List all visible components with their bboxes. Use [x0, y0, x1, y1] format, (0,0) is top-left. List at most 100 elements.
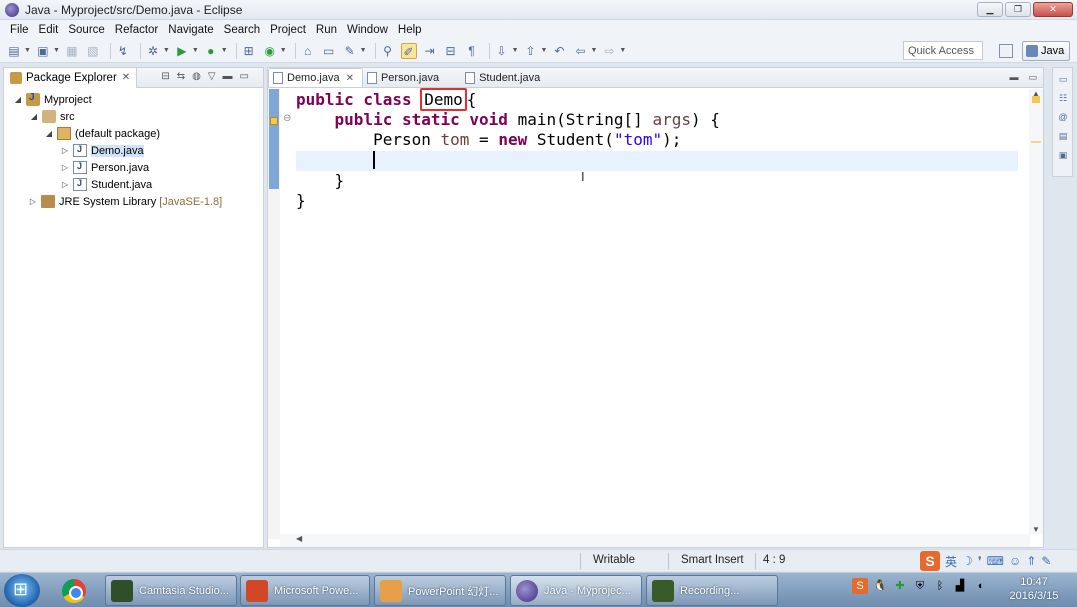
restore-icon[interactable]: ▭ — [1057, 73, 1069, 85]
new-icon[interactable]: ▤ — [6, 43, 22, 59]
previous-annotation-icon[interactable]: ⇧ — [523, 43, 539, 59]
taskbar-clock[interactable]: 10:47 2016/3/15 — [1004, 575, 1064, 603]
tree-item-project[interactable]: ◢ Myproject — [4, 91, 263, 108]
view-menu-icon[interactable]: ▽ — [208, 71, 216, 82]
outline-icon[interactable]: ☷ — [1057, 92, 1069, 104]
tree-item-person-java[interactable]: ▷ Person.java — [4, 159, 263, 176]
menu-window[interactable]: Window — [342, 24, 393, 36]
new-class-dropdown-icon[interactable]: ▼ — [280, 47, 287, 54]
menu-help[interactable]: Help — [393, 24, 427, 36]
new-java-class-icon[interactable]: ◉ — [262, 43, 278, 59]
menu-run[interactable]: Run — [311, 24, 342, 36]
taskbar-item-camtasia[interactable]: Camtasia Studio... — [105, 575, 237, 606]
expand-arrow-icon[interactable]: ▷ — [60, 180, 70, 189]
sogou-tray-icon[interactable]: S — [852, 578, 868, 594]
collapse-all-icon[interactable]: ⊟ — [161, 71, 169, 82]
block-selection-icon[interactable]: ⇥ — [422, 43, 438, 59]
tree-item-src[interactable]: ◢ src — [4, 108, 263, 125]
scroll-down-icon[interactable]: ▼ — [1029, 525, 1043, 534]
tab-package-explorer[interactable]: Package Explorer ✕ — [4, 67, 138, 88]
taskbar-item-powerpoint[interactable]: Microsoft Powe... — [240, 575, 370, 606]
bluetooth-icon[interactable]: ᛒ — [932, 578, 948, 594]
save-icon[interactable]: ▦ — [64, 43, 80, 59]
search-icon[interactable]: ✎ — [342, 43, 358, 59]
chrome-taskbar-button[interactable] — [58, 576, 90, 605]
qq-icon[interactable]: 🐧 — [872, 578, 888, 594]
back-dropdown-icon[interactable]: ▼ — [590, 47, 597, 54]
toggle-breadcrumb-icon[interactable]: ⚲ — [380, 43, 396, 59]
run-icon[interactable]: ▶ — [174, 43, 190, 59]
overview-occurrence-marker[interactable] — [1031, 141, 1041, 143]
save-all-icon[interactable]: ▧ — [85, 43, 101, 59]
menu-source[interactable]: Source — [63, 24, 109, 36]
ime-language[interactable]: 英 — [945, 553, 957, 570]
antivirus-icon[interactable]: ⛨ — [912, 578, 928, 594]
maximize-view-icon[interactable]: ▭ — [240, 71, 249, 82]
skip-breakpoints-icon[interactable]: ↯ — [115, 43, 131, 59]
quick-access-input[interactable]: Quick Access — [903, 41, 983, 60]
new-java-project-icon[interactable]: ⊞ — [241, 43, 257, 59]
taskbar-item-slideshow[interactable]: PowerPoint 幻灯... — [374, 575, 506, 606]
keyboard-icon[interactable]: ⌨ — [987, 554, 1004, 568]
vertical-scrollbar[interactable]: ▲ ▼ — [1029, 89, 1043, 534]
maximize-button[interactable]: ❐ — [1005, 2, 1031, 17]
show-whitespace-icon[interactable]: ⊟ — [443, 43, 459, 59]
moon-icon[interactable]: ☽ — [962, 554, 973, 568]
fold-collapse-icon[interactable]: ⊖ — [283, 113, 291, 124]
last-edit-icon[interactable]: ↶ — [551, 43, 567, 59]
minimize-view-icon[interactable]: ▬ — [223, 71, 233, 82]
expand-arrow-icon[interactable]: ▷ — [60, 146, 70, 155]
start-button[interactable] — [4, 574, 40, 607]
paragraph-icon[interactable]: ¶ — [464, 43, 480, 59]
next-annotation-icon[interactable]: ⇩ — [494, 43, 510, 59]
search-dropdown-icon[interactable]: ▼ — [360, 47, 367, 54]
taskbar-item-eclipse[interactable]: Java - Myprojec... — [510, 575, 642, 606]
tree-item-default-package[interactable]: ◢ (default package) — [4, 125, 263, 142]
sogou-logo-icon[interactable]: S — [920, 551, 940, 571]
warning-marker-icon[interactable] — [270, 117, 278, 125]
menu-file[interactable]: File — [5, 24, 34, 36]
problems-icon[interactable]: ▤ — [1057, 130, 1069, 142]
debug-dropdown-icon[interactable]: ▼ — [163, 47, 170, 54]
new-file-dropdown-icon[interactable]: ▼ — [53, 47, 60, 54]
menu-project[interactable]: Project — [265, 24, 311, 36]
run-dropdown-icon[interactable]: ▼ — [192, 47, 199, 54]
maximize-editor-icon[interactable]: ▭ — [1028, 72, 1037, 83]
open-type-icon[interactable]: ⌂ — [300, 43, 316, 59]
menu-refactor[interactable]: Refactor — [110, 24, 163, 36]
minimize-editor-icon[interactable]: ▬ — [1009, 72, 1018, 83]
menu-edit[interactable]: Edit — [34, 24, 64, 36]
tools-icon[interactable]: ✎ — [1041, 554, 1051, 568]
plus-icon[interactable]: ✚ — [892, 578, 908, 594]
next-annotation-dropdown-icon[interactable]: ▼ — [512, 47, 519, 54]
volume-icon[interactable]: ◖ — [972, 578, 988, 594]
tab-demo-java[interactable]: Demo.java ✕ — [268, 68, 363, 87]
focus-icon[interactable]: ◍ — [192, 71, 201, 82]
user-icon[interactable]: ☺ — [1009, 554, 1021, 568]
horizontal-scrollbar[interactable]: ◀ — [280, 534, 1030, 547]
collapse-arrow-icon[interactable]: ◢ — [13, 95, 23, 104]
menu-navigate[interactable]: Navigate — [163, 24, 218, 36]
open-folder-icon[interactable]: ▭ — [321, 43, 337, 59]
console-icon[interactable]: ▣ — [1057, 149, 1069, 161]
punctuation-icon[interactable]: ❜ — [978, 554, 982, 568]
external-tools-dropdown-icon[interactable]: ▼ — [221, 47, 228, 54]
debug-icon[interactable]: ✲ — [145, 43, 161, 59]
expand-arrow-icon[interactable]: ▷ — [28, 197, 38, 206]
overview-warning-icon[interactable] — [1032, 96, 1040, 103]
link-with-editor-icon[interactable]: ⇆ — [177, 71, 185, 82]
tab-student-java[interactable]: Student.java — [461, 68, 548, 87]
close-icon[interactable]: ✕ — [122, 72, 130, 83]
tree-item-demo-java[interactable]: ▷ Demo.java — [4, 142, 263, 159]
javadoc-icon[interactable]: @ — [1057, 111, 1069, 123]
java-perspective-button[interactable]: Java — [1022, 41, 1070, 61]
close-icon[interactable]: ✕ — [346, 73, 354, 84]
mark-occurrences-icon[interactable]: ✐ — [400, 42, 417, 59]
skin-icon[interactable]: ⇑ — [1026, 554, 1036, 568]
network-icon[interactable]: ▟ — [952, 578, 968, 594]
new-file-icon[interactable]: ▣ — [35, 43, 51, 59]
open-perspective-icon[interactable] — [999, 44, 1013, 58]
back-icon[interactable]: ⇦ — [572, 43, 588, 59]
menu-search[interactable]: Search — [219, 24, 265, 36]
taskbar-item-recording[interactable]: Recording... — [646, 575, 778, 606]
